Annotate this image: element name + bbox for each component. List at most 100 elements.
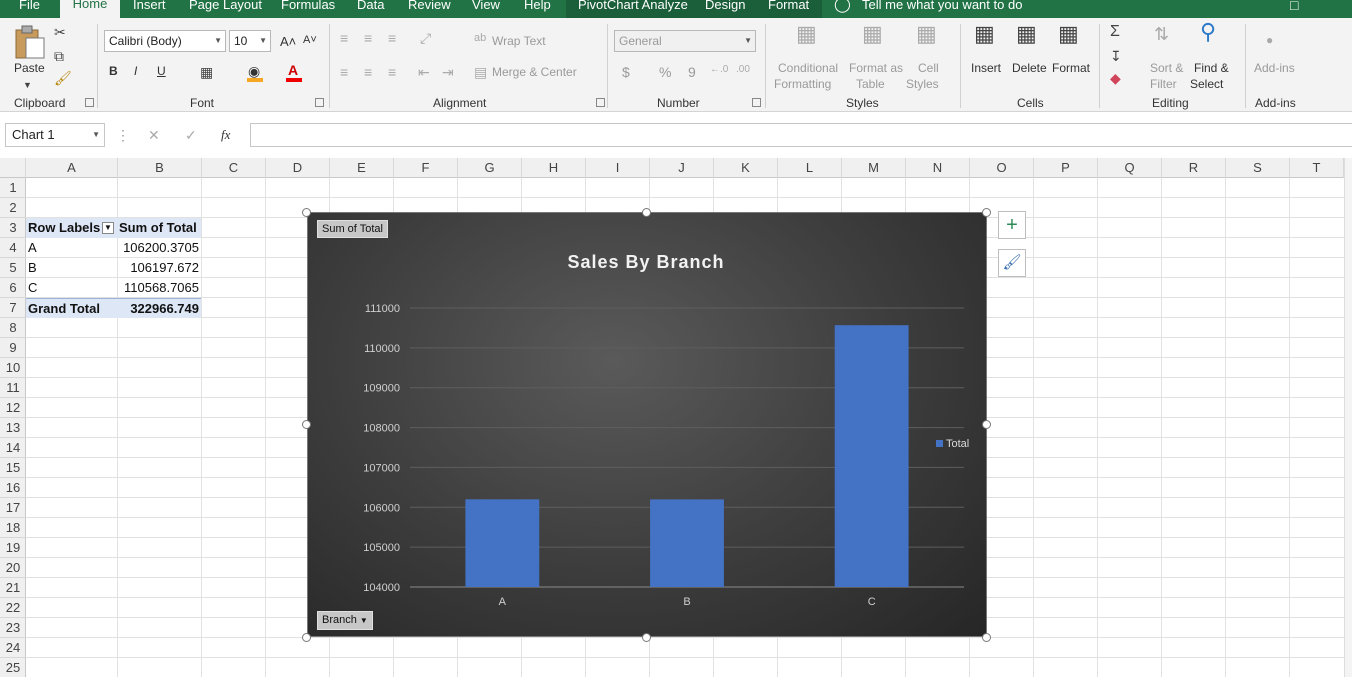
vertical-scrollbar[interactable]	[1344, 158, 1352, 677]
clear-icon[interactable]: ◆	[1110, 70, 1121, 86]
borders-icon[interactable]: ▦	[200, 64, 213, 80]
format-cells-button[interactable]: Format	[1052, 61, 1090, 75]
increase-decimal-icon[interactable]: ←.0	[710, 62, 728, 78]
tab-review[interactable]: Review	[408, 0, 451, 18]
cancel-icon[interactable]: ✕	[148, 127, 160, 143]
insert-function-button[interactable]: fx	[221, 127, 230, 143]
font-launcher-icon[interactable]	[315, 98, 324, 107]
align-middle-icon[interactable]: ≡	[364, 30, 372, 46]
row-header[interactable]: 14	[0, 438, 26, 458]
row-header[interactable]: 23	[0, 618, 26, 638]
grow-font-button[interactable]: A˄	[280, 34, 296, 49]
column-header[interactable]: A	[26, 158, 118, 178]
column-header[interactable]: E	[330, 158, 394, 178]
column-header[interactable]: I	[586, 158, 650, 178]
row-header[interactable]: 7	[0, 298, 26, 318]
pivot-row-value[interactable]: 106197.672	[117, 258, 201, 278]
decrease-indent-icon[interactable]: ⇤	[418, 64, 430, 80]
filter-dropdown-icon[interactable]: ▼	[102, 222, 114, 234]
legend-entry[interactable]: Total	[946, 438, 969, 450]
bar-A[interactable]	[465, 499, 540, 587]
insert-cells-button[interactable]: Insert	[971, 61, 1001, 75]
enter-icon[interactable]: ✓	[185, 127, 197, 143]
sort-filter-button[interactable]: Sort &	[1150, 61, 1183, 75]
comma-button[interactable]: 9	[688, 64, 696, 80]
row-header[interactable]: 20	[0, 558, 26, 578]
resize-handle[interactable]	[642, 633, 651, 642]
select-all-corner[interactable]	[0, 158, 26, 178]
column-header[interactable]: C	[202, 158, 266, 178]
column-header[interactable]: M	[842, 158, 906, 178]
align-bottom-icon[interactable]: ≡	[388, 30, 396, 46]
row-header[interactable]: 10	[0, 358, 26, 378]
row-header[interactable]: 2	[0, 198, 26, 218]
italic-button[interactable]: I	[134, 64, 137, 78]
align-right-icon[interactable]: ≡	[388, 64, 396, 80]
number-format-select[interactable]: General ▼	[614, 30, 756, 52]
filter-dropdown-icon[interactable]: ▼	[360, 616, 368, 625]
font-name-select[interactable]: Calibri (Body) ▼	[104, 30, 226, 52]
row-header[interactable]: 3	[0, 218, 26, 238]
font-size-select[interactable]: 10 ▼	[229, 30, 271, 52]
comments-icon[interactable]: □	[1290, 0, 1298, 18]
row-header[interactable]: 18	[0, 518, 26, 538]
row-header[interactable]: 21	[0, 578, 26, 598]
bold-button[interactable]: B	[109, 64, 118, 78]
number-launcher-icon[interactable]	[752, 98, 761, 107]
tab-insert[interactable]: Insert	[133, 0, 166, 18]
tab-formulas[interactable]: Formulas	[281, 0, 335, 18]
fill-icon[interactable]: ↧	[1110, 48, 1122, 64]
pivot-row-label[interactable]: A	[26, 238, 117, 258]
column-header[interactable]: O	[970, 158, 1034, 178]
row-header[interactable]: 13	[0, 418, 26, 438]
tab-help[interactable]: Help	[524, 0, 551, 18]
tab-design[interactable]: Design	[705, 0, 745, 18]
orientation-icon[interactable]: ⤢	[420, 30, 431, 46]
pivot-grand-total-label[interactable]: Grand Total	[26, 298, 117, 318]
chart-title[interactable]: Sales By Branch	[567, 252, 724, 272]
column-header[interactable]: F	[394, 158, 458, 178]
tell-me-search[interactable]: Tell me what you want to do	[862, 0, 1022, 18]
bar-C[interactable]	[834, 325, 909, 587]
row-header[interactable]: 1	[0, 178, 26, 198]
alignment-launcher-icon[interactable]	[596, 98, 605, 107]
chevron-down-icon[interactable]: ▼	[23, 77, 32, 93]
pivot-row-label[interactable]: C	[26, 278, 117, 298]
pivot-row-labels-header[interactable]: Row Labels ▼	[26, 218, 117, 238]
wrap-text-button[interactable]: Wrap Text	[492, 34, 546, 48]
row-header[interactable]: 15	[0, 458, 26, 478]
legend-swatch[interactable]	[936, 440, 943, 447]
resize-handle[interactable]	[302, 633, 311, 642]
column-header[interactable]: L	[778, 158, 842, 178]
column-header[interactable]: B	[118, 158, 202, 178]
formula-input[interactable]	[250, 123, 1352, 147]
pivot-row-value[interactable]: 106200.3705	[117, 238, 201, 258]
percent-button[interactable]: %	[659, 64, 671, 80]
column-header[interactable]: S	[1226, 158, 1290, 178]
cell-styles-button[interactable]: Cell	[918, 61, 939, 75]
row-header[interactable]: 12	[0, 398, 26, 418]
fill-color-icon[interactable]: ◉	[248, 63, 260, 79]
merge-center-button[interactable]: Merge & Center	[492, 65, 577, 79]
bar-B[interactable]	[650, 499, 724, 587]
pivot-grand-total-value[interactable]: 322966.749	[117, 298, 201, 318]
column-header[interactable]: G	[458, 158, 522, 178]
row-header[interactable]: 17	[0, 498, 26, 518]
column-header[interactable]: J	[650, 158, 714, 178]
row-header[interactable]: 8	[0, 318, 26, 338]
column-header[interactable]: D	[266, 158, 330, 178]
column-header[interactable]: P	[1034, 158, 1098, 178]
add-ins-button[interactable]: Add-ins	[1254, 61, 1295, 75]
row-header[interactable]: 4	[0, 238, 26, 258]
pivot-sum-header[interactable]: Sum of Total	[117, 218, 201, 238]
chart-elements-plus-icon[interactable]: +	[998, 211, 1026, 239]
tab-home[interactable]: Home	[60, 0, 120, 18]
row-header[interactable]: 22	[0, 598, 26, 618]
resize-handle[interactable]	[982, 633, 991, 642]
format-painter-icon[interactable]: 🖌	[54, 70, 72, 86]
resize-handle[interactable]	[302, 208, 311, 217]
align-top-icon[interactable]: ≡	[340, 30, 348, 46]
autosum-icon[interactable]: Σ	[1110, 24, 1120, 40]
row-header[interactable]: 5	[0, 258, 26, 278]
pivot-chart[interactable]: Sum of Total Sales By Branch 104000 10500…	[307, 212, 987, 637]
